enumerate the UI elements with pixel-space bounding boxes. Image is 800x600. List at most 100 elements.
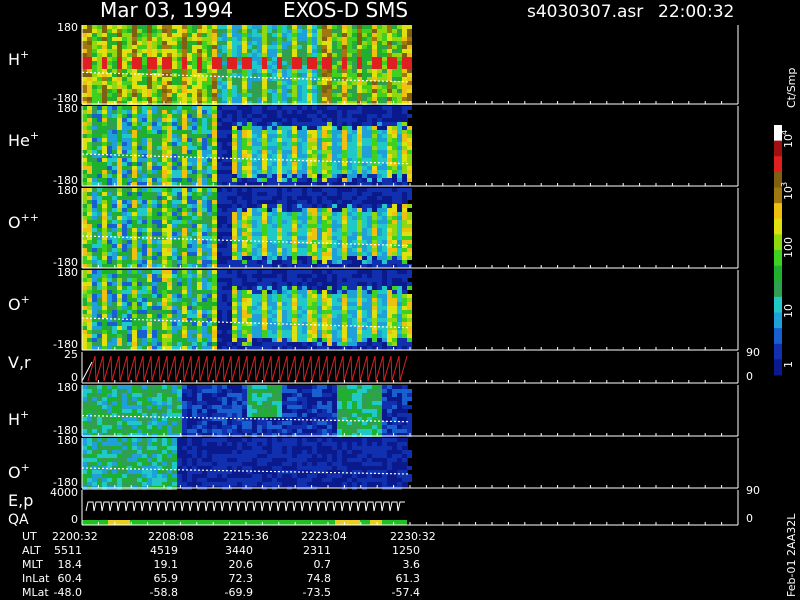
heatmap-cell — [337, 326, 342, 330]
heatmap-cell — [277, 216, 282, 220]
heatmap-cell — [267, 232, 272, 236]
heatmap-cell — [387, 61, 392, 65]
heatmap-cell — [367, 232, 372, 236]
heatmap-cell — [192, 29, 197, 33]
heatmap-cell — [247, 252, 252, 256]
heatmap-cell — [302, 220, 307, 224]
heatmap-cell — [197, 142, 202, 146]
heatmap-cell — [97, 150, 102, 154]
heatmap-cell — [252, 53, 257, 57]
heatmap-cell — [137, 232, 142, 236]
heatmap-cell — [87, 146, 92, 150]
heatmap-cell — [277, 134, 282, 138]
heatmap-cell — [407, 334, 412, 338]
heatmap-cell — [87, 174, 92, 178]
heatmap-cell — [237, 166, 242, 170]
heatmap-cell — [282, 25, 287, 29]
heatmap-cell — [182, 174, 187, 178]
heatmap-cell — [172, 322, 177, 326]
heatmap-cell — [202, 170, 207, 174]
heatmap-cell — [287, 150, 292, 154]
heatmap-cell — [177, 69, 182, 73]
heatmap-cell — [347, 174, 352, 178]
heatmap-cell — [187, 244, 192, 248]
heatmap-cell — [232, 228, 237, 232]
heatmap-cell — [242, 338, 247, 342]
heatmap-cell — [207, 65, 212, 69]
heatmap-cell — [382, 134, 387, 138]
heatmap-cell — [392, 57, 397, 61]
heatmap-cell — [392, 154, 397, 158]
heatmap-cell — [292, 138, 297, 142]
panel-6 — [81, 385, 412, 437]
heatmap-cell — [352, 154, 357, 158]
heatmap-cell — [97, 264, 102, 268]
heatmap-cell — [117, 338, 122, 342]
heatmap-cell — [217, 45, 222, 49]
heatmap-cell — [347, 49, 352, 53]
heatmap-cell — [292, 306, 297, 310]
heatmap-cell — [257, 89, 262, 93]
heatmap-cell — [102, 425, 107, 429]
heatmap-cell — [252, 208, 257, 212]
heatmap-cell — [132, 182, 137, 186]
heatmap-cell — [277, 264, 282, 268]
heatmap-cell — [182, 282, 187, 286]
heatmap-cell — [342, 236, 347, 240]
heatmap-cell — [207, 302, 212, 306]
heatmap-cell — [202, 212, 207, 216]
heatmap-cell — [287, 65, 292, 69]
heatmap-cell — [352, 45, 357, 49]
heatmap-cell — [147, 188, 152, 192]
heatmap-cell — [352, 142, 357, 146]
heatmap-cell — [402, 256, 407, 260]
heatmap-cell — [92, 314, 97, 318]
heatmap-cell — [327, 37, 332, 41]
heatmap-cell — [312, 130, 317, 134]
heatmap-cell — [297, 69, 302, 73]
heatmap-cell — [287, 45, 292, 49]
heatmap-cell — [322, 236, 327, 240]
heatmap-cell — [392, 89, 397, 93]
heatmap-cell — [297, 57, 302, 61]
heatmap-cell — [87, 298, 92, 302]
heatmap-cell — [372, 65, 377, 69]
heatmap-cell — [217, 150, 222, 154]
heatmap-cell — [122, 232, 127, 236]
heatmap-cell — [102, 150, 107, 154]
heatmap-cell — [377, 216, 382, 220]
heatmap-cell — [207, 174, 212, 178]
heatmap-cell — [142, 282, 147, 286]
heatmap-cell — [337, 338, 342, 342]
heatmap-cell — [332, 212, 337, 216]
heatmap-cell — [182, 298, 187, 302]
heatmap-cell — [382, 114, 387, 118]
heatmap-cell — [227, 174, 232, 178]
heatmap-cell — [307, 89, 312, 93]
heatmap-cell — [372, 330, 377, 334]
heatmap-cell — [137, 244, 142, 248]
heatmap-cell — [317, 25, 322, 29]
heatmap-cell — [207, 97, 212, 101]
heatmap-cell — [307, 53, 312, 57]
heatmap-cell — [357, 208, 362, 212]
heatmap-cell — [407, 274, 412, 278]
heatmap-cell — [87, 61, 92, 65]
heatmap-cell — [347, 110, 352, 114]
heatmap-cell — [297, 204, 302, 208]
heatmap-cell — [172, 346, 177, 350]
heatmap-cell — [232, 294, 237, 298]
heatmap-cell — [297, 310, 302, 314]
heatmap-cell — [342, 232, 347, 236]
heatmap-cell — [142, 37, 147, 41]
heatmap-cell — [287, 29, 292, 33]
heatmap-cell — [217, 208, 222, 212]
heatmap-cell — [157, 192, 162, 196]
heatmap-cell — [397, 174, 402, 178]
heatmap-cell — [142, 212, 147, 216]
heatmap-cell — [232, 154, 237, 158]
heatmap-cell — [187, 33, 192, 37]
heatmap-cell — [282, 138, 287, 142]
heatmap-cell — [297, 25, 302, 29]
heatmap-cell — [132, 298, 137, 302]
